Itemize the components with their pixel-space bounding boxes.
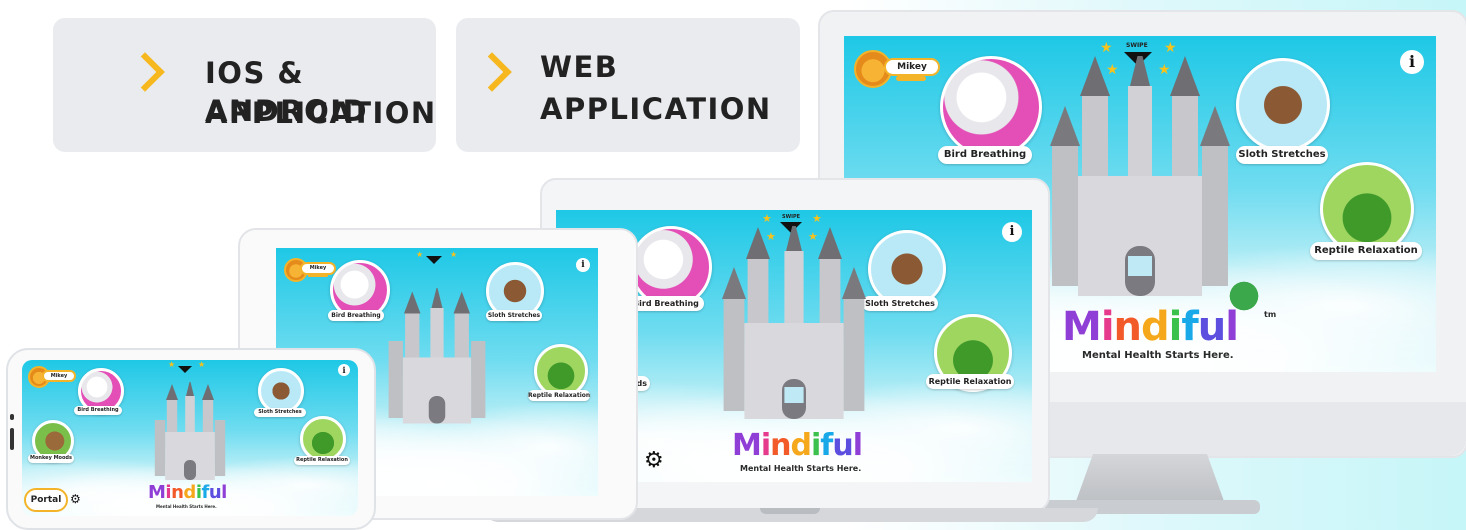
logo-letter: n [770, 428, 791, 463]
logo-letter: l [1225, 304, 1239, 350]
monitor-stand [1075, 454, 1225, 504]
bird-breathing-label[interactable]: Bird Breathing [74, 406, 122, 415]
logo-letter: n [1113, 304, 1143, 350]
chevron-right-icon [472, 52, 512, 92]
mindful-logo: Mindiful [1062, 304, 1239, 350]
logo-letter: f [1181, 304, 1198, 350]
phone-side-button [10, 428, 14, 450]
mindful-logo: Mindiful [148, 482, 227, 503]
laptop-notch [760, 508, 820, 514]
sloth-stretches-label[interactable]: Sloth Stretches [1236, 146, 1328, 164]
logo-tm: tm [1264, 310, 1277, 319]
logo-letter: i [760, 428, 771, 463]
star-icon: ★ [198, 360, 206, 369]
bird-breathing-label[interactable]: Bird Breathing [628, 296, 704, 311]
star-icon: ★ [416, 250, 424, 259]
reptile-relaxation-label[interactable]: Reptile Relaxation [1310, 242, 1422, 260]
key-icon [896, 76, 926, 81]
reptile-relaxation-label[interactable]: Reptile Relaxation [294, 456, 350, 465]
logo-letter: M [1062, 304, 1102, 350]
user-name: Mikey [897, 62, 927, 72]
logo-letter: f [820, 428, 833, 463]
castle-image [382, 286, 492, 438]
user-name-pill[interactable]: Mikey [884, 58, 940, 76]
phone-side-button [10, 414, 14, 420]
phone-app-screen: Mikey ★ ★ i Bird Breathing Monkey Moods … [22, 360, 358, 516]
tagline: Mental Health Starts Here. [156, 504, 217, 509]
star-icon: ★ [1100, 40, 1113, 56]
gear-icon[interactable]: ⚙ [644, 448, 664, 473]
logo-letter: M [732, 428, 762, 463]
logo-letter: d [183, 482, 196, 503]
info-icon[interactable]: i [576, 258, 590, 272]
logo-letter: M [148, 482, 166, 503]
logo-letter: i [811, 428, 821, 463]
key-icon [308, 274, 328, 277]
chevron-down-icon[interactable] [426, 256, 442, 264]
web-app-badge[interactable]: WEB APPLICATION [456, 18, 800, 152]
portal-button[interactable]: Portal [24, 488, 68, 512]
logo-letter: i [1100, 304, 1115, 350]
bird-breathing-card[interactable] [940, 56, 1042, 158]
tagline: Mental Health Starts Here. [1082, 350, 1234, 361]
logo-letter: f [201, 482, 209, 503]
star-icon: ★ [168, 360, 176, 369]
tagline: Mental Health Starts Here. [740, 464, 862, 473]
castle-image [150, 380, 230, 490]
gear-icon[interactable]: ⚙ [70, 492, 81, 506]
sloth-stretches-label[interactable]: Sloth Stretches [486, 310, 542, 321]
logo-letter: d [790, 428, 813, 463]
reptile-relaxation-label[interactable]: Reptile Relaxation [528, 390, 590, 401]
star-icon: ★ [762, 212, 772, 225]
chevron-down-icon[interactable] [178, 366, 192, 373]
user-name: Mikey [309, 265, 327, 271]
info-icon[interactable]: i [338, 364, 350, 376]
info-icon[interactable]: i [1400, 50, 1424, 74]
web-app-label-line2: APPLICATION [540, 92, 772, 126]
swipe-label: SWIPE [782, 214, 801, 220]
star-icon: ★ [1164, 40, 1177, 56]
bird-breathing-label[interactable]: Bird Breathing [328, 310, 384, 321]
logo-letter: u [208, 482, 222, 503]
reptile-relaxation-label[interactable]: Reptile Relaxation [926, 374, 1014, 389]
web-app-label-line1: WEB [540, 50, 619, 84]
logo-letter: n [171, 482, 184, 503]
castle-image [714, 219, 874, 436]
mindful-logo: Mindiful [732, 428, 863, 463]
user-name-pill[interactable]: Mikey [42, 370, 76, 382]
sloth-stretches-card[interactable] [1236, 58, 1330, 152]
info-icon[interactable]: i [1002, 222, 1022, 242]
swipe-label: SWIPE [1126, 42, 1148, 49]
sloth-stretches-label[interactable]: Sloth Stretches [254, 408, 306, 417]
chevron-right-icon [125, 52, 165, 92]
ios-android-badge[interactable]: IOS & ANDROID APPLICATION [53, 18, 436, 152]
monkey-moods-label[interactable]: Monkey Moods [28, 454, 74, 463]
star-icon: ★ [450, 250, 458, 259]
logo-letter: d [1141, 304, 1170, 350]
ios-android-label-line2: APPLICATION [205, 96, 437, 130]
castle-image [1040, 46, 1240, 316]
logo-letter: i [1168, 304, 1183, 350]
bird-breathing-label[interactable]: Bird Breathing [938, 146, 1032, 164]
logo-letter: l [852, 428, 863, 463]
logo-letter: l [221, 482, 227, 503]
star-icon: ★ [812, 212, 822, 225]
logo-letter: u [1197, 304, 1227, 350]
user-name: Mikey [50, 373, 68, 379]
logo-letter: u [832, 428, 853, 463]
